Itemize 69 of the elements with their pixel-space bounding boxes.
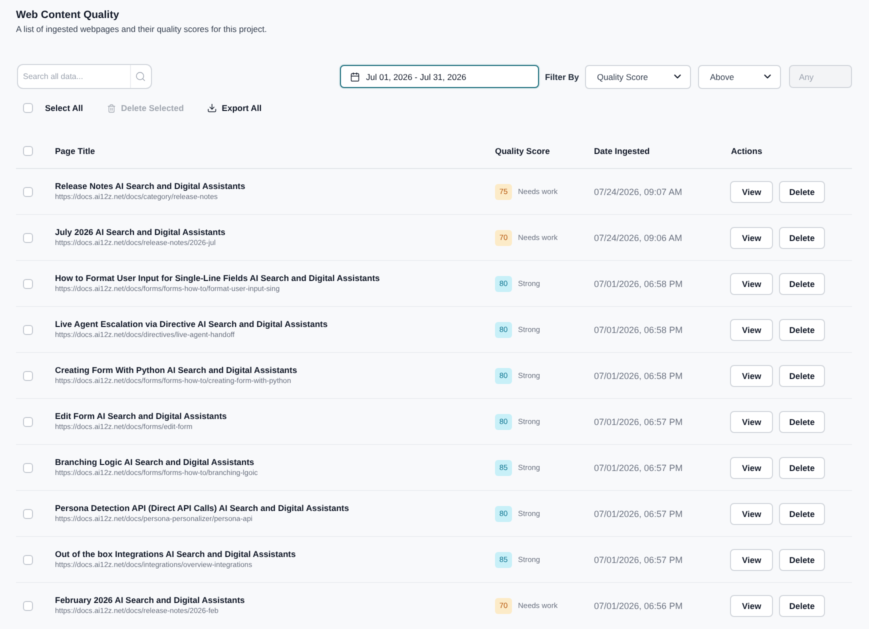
page-title: Branching Logic AI Search and Digital Assistants xyxy=(55,456,254,468)
export-all-button[interactable]: Export All xyxy=(206,103,262,113)
view-button[interactable]: View xyxy=(730,594,774,616)
delete-button[interactable]: Delete xyxy=(779,318,825,340)
checkbox[interactable] xyxy=(23,232,33,242)
view-button[interactable]: View xyxy=(730,364,774,386)
page-title: Creating Form With Python AI Search and Digital Assistants xyxy=(55,364,298,376)
filter-label: Filter By xyxy=(544,72,579,82)
date-ingested: 07/24/2026, 09:06 AM xyxy=(594,232,682,242)
calendar-icon xyxy=(350,72,360,82)
delete-button[interactable]: Delete xyxy=(779,502,825,524)
download-icon xyxy=(206,103,217,113)
page-heading: Web Content Quality xyxy=(16,8,120,22)
view-button[interactable]: View xyxy=(730,502,774,524)
view-button[interactable]: View xyxy=(730,226,774,248)
trash-icon xyxy=(106,104,116,112)
filter-operator-select[interactable]: Above xyxy=(698,64,781,88)
page-title: Persona Detection API (Direct API Calls) AI Search and Digital Assistants xyxy=(55,502,349,514)
date-ingested: 07/01/2026, 06:57 PM xyxy=(594,462,683,472)
delete-button[interactable]: Delete xyxy=(779,272,825,294)
date-ingested: 07/01/2026, 06:57 PM xyxy=(594,416,683,426)
page-description: A list of ingested webpages and their quality scores for this project. xyxy=(16,23,267,36)
delete-button[interactable]: Delete xyxy=(779,548,825,570)
column-header: Page Title xyxy=(55,146,95,156)
date-ingested: 07/01/2026, 06:57 PM xyxy=(594,508,683,518)
search-icon xyxy=(135,71,146,82)
checkbox[interactable] xyxy=(23,278,33,288)
page-title: July 2026 AI Search and Digital Assistants xyxy=(55,226,226,238)
checkbox[interactable] xyxy=(23,370,33,380)
select-all-label[interactable]: Select All xyxy=(45,103,83,113)
date-ingested: 07/24/2026, 09:07 AM xyxy=(594,186,682,196)
date-ingested: 07/01/2026, 06:56 PM xyxy=(594,600,683,610)
page-title: How to Format User Input for Single-Line Fields AI Search and Digital Assistants xyxy=(55,272,380,284)
view-button[interactable]: View xyxy=(730,456,774,478)
delete-button[interactable]: Delete xyxy=(779,594,825,616)
checkbox[interactable] xyxy=(23,324,33,334)
column-header: Quality Score xyxy=(495,146,550,156)
page-title: Release Notes AI Search and Digital Assistants xyxy=(55,180,246,192)
view-button[interactable]: View xyxy=(730,272,774,294)
delete-button[interactable]: Delete xyxy=(779,456,825,478)
view-button[interactable]: View xyxy=(730,410,774,432)
date-ingested: 07/01/2026, 06:58 PM xyxy=(594,370,683,380)
checkbox[interactable] xyxy=(23,462,33,472)
filter-field-select[interactable]: Quality Score xyxy=(585,64,691,88)
page-title: Out of the box Integrations AI Search and Digital Assistants xyxy=(55,548,296,560)
delete-button[interactable]: Delete xyxy=(779,364,825,386)
view-button[interactable]: View xyxy=(730,548,774,570)
delete-button[interactable]: Delete xyxy=(779,180,825,202)
column-header: Actions xyxy=(731,146,762,156)
checkbox[interactable] xyxy=(23,508,33,518)
delete-button[interactable]: Delete xyxy=(779,410,825,432)
checkbox[interactable] xyxy=(23,103,33,113)
date-ingested: 07/01/2026, 06:58 PM xyxy=(594,324,683,334)
page-title: Live Agent Escalation via Directive AI Search and Digital Assistants xyxy=(55,318,328,330)
date-ingested: 07/01/2026, 06:58 PM xyxy=(594,278,683,288)
delete-button[interactable]: Delete xyxy=(779,226,825,248)
view-button[interactable]: View xyxy=(730,318,774,340)
date-ingested: 07/01/2026, 06:57 PM xyxy=(594,554,683,564)
column-header: Date Ingested xyxy=(594,146,650,156)
date-range-picker[interactable]: Jul 01, 2026 - Jul 31, 2026 xyxy=(340,65,539,88)
checkbox[interactable] xyxy=(23,416,33,426)
checkbox[interactable] xyxy=(23,554,33,564)
checkbox[interactable] xyxy=(23,146,33,156)
page-title: February 2026 AI Search and Digital Assistants xyxy=(55,594,245,606)
checkbox[interactable] xyxy=(23,600,33,610)
view-button[interactable]: View xyxy=(730,180,774,202)
search-field[interactable]: Search all data... xyxy=(17,64,152,89)
page-title: Edit Form AI Search and Digital Assistants xyxy=(55,410,227,422)
checkbox[interactable] xyxy=(23,186,33,196)
